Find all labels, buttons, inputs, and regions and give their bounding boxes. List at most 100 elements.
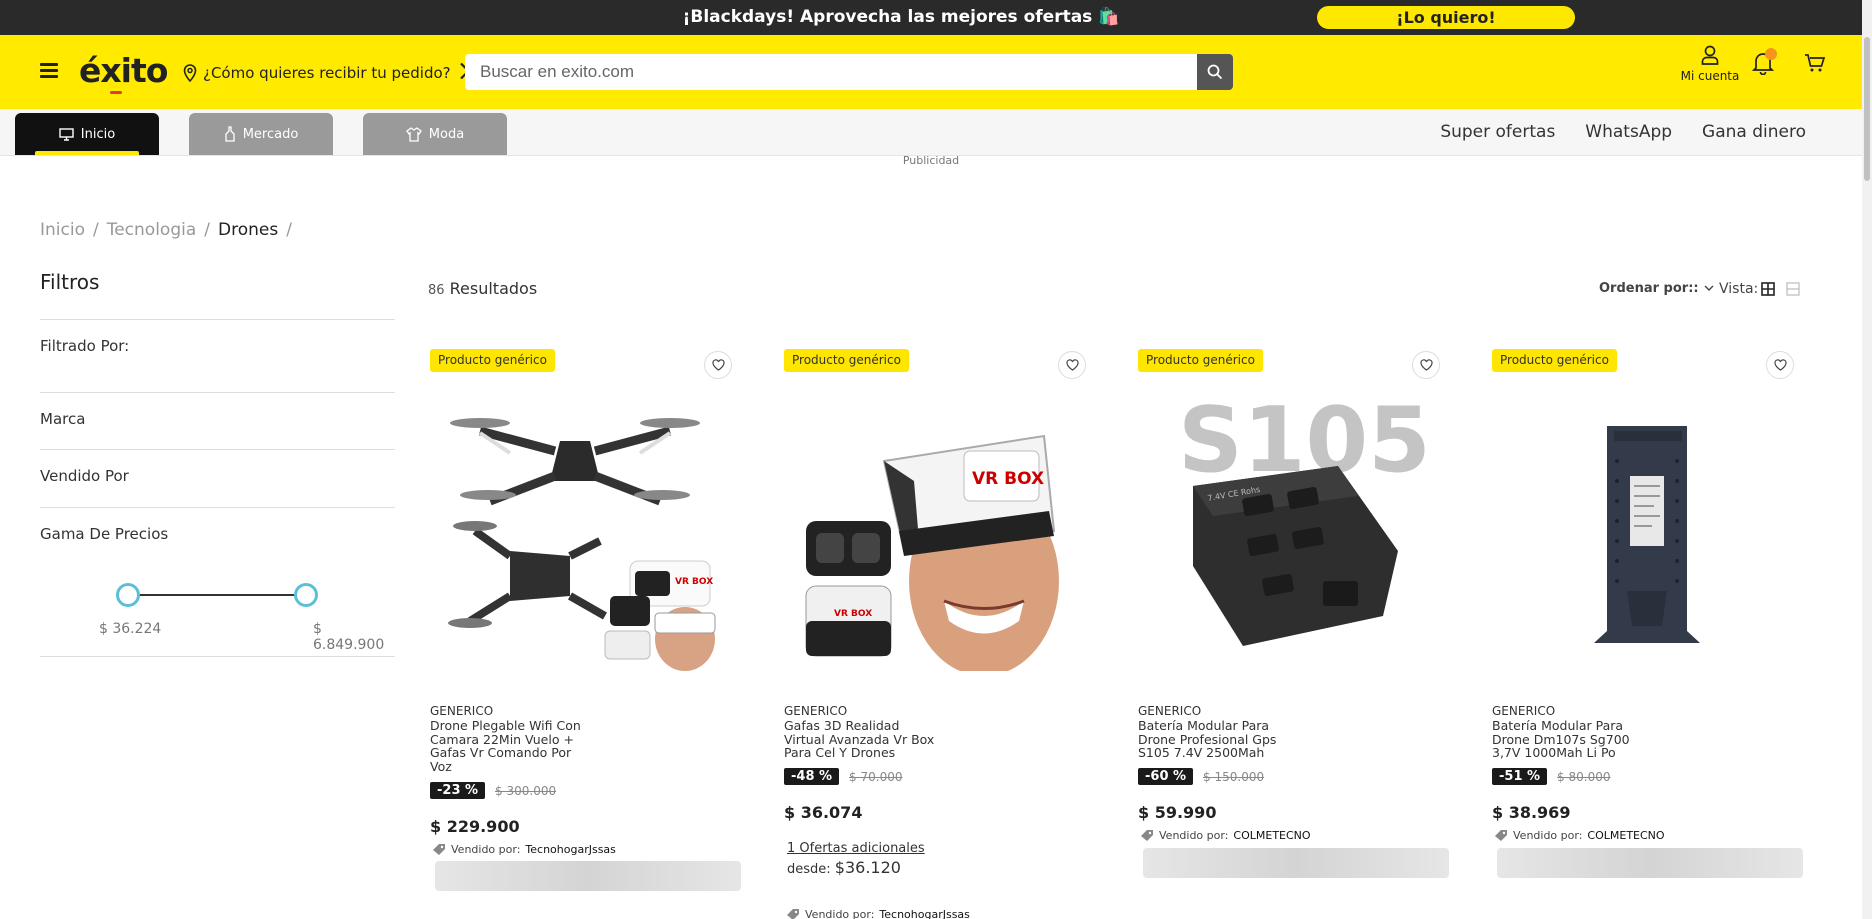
product-card[interactable]: Producto genérico VR BOX GENERICO Drone … xyxy=(428,346,748,919)
old-price: $ 70.000 xyxy=(849,769,903,784)
product-price: $ 229.900 xyxy=(430,817,520,836)
link-super-ofertas[interactable]: Super ofertas xyxy=(1440,122,1555,142)
seller-name[interactable]: COLMETECNO xyxy=(1233,829,1310,842)
logo[interactable]: éxito xyxy=(79,51,168,94)
price-max-label: $ 6.849.900 xyxy=(313,621,385,653)
add-to-cart-button[interactable] xyxy=(1143,848,1449,878)
filters-title: Filtros xyxy=(40,270,395,320)
product-card[interactable]: Producto genérico VR BOX VR BOX GENERICO… xyxy=(782,346,1102,919)
price-min-label: $ 36.224 xyxy=(99,621,162,637)
old-price: $ 80.000 xyxy=(1557,769,1611,784)
grid-view-icon[interactable] xyxy=(1761,282,1775,296)
cart-button[interactable] xyxy=(1804,53,1826,77)
product-name[interactable]: Drone Plegable Wifi Con Camara 22Min Vue… xyxy=(430,719,590,773)
discount-row: -23 % $ 300.000 xyxy=(430,782,556,799)
tab-moda-label: Moda xyxy=(428,126,465,142)
favorite-button[interactable] xyxy=(704,351,732,379)
bottle-icon xyxy=(225,126,235,142)
svg-text:VR BOX: VR BOX xyxy=(834,609,872,619)
view-label: Vista: xyxy=(1719,281,1759,297)
discount-row: -48 % $ 70.000 xyxy=(784,768,902,785)
results-count: 86 Resultados xyxy=(428,279,538,298)
location-pin-icon xyxy=(183,64,197,82)
svg-text:VR BOX: VR BOX xyxy=(675,577,713,587)
discount-row: -60 % $ 150.000 xyxy=(1138,768,1264,785)
favorite-button[interactable] xyxy=(1412,351,1440,379)
breadcrumb: Inicio / Tecnologia / Drones / xyxy=(40,220,292,240)
notification-dot xyxy=(1765,48,1777,60)
product-card[interactable]: Producto genérico S105 7.4V CE Rohs GENE… xyxy=(1136,346,1456,919)
tag-icon xyxy=(433,844,445,855)
chevron-down-icon xyxy=(1704,285,1714,291)
seller-info: Vendido por: COLMETECNO xyxy=(1494,829,1665,842)
account-button[interactable]: Mi cuenta xyxy=(1676,45,1744,83)
heart-icon xyxy=(1419,359,1433,371)
seller-name[interactable]: COLMETECNO xyxy=(1587,829,1664,842)
tab-mercado[interactable]: Mercado xyxy=(189,113,333,155)
heart-icon xyxy=(711,359,725,371)
product-name[interactable]: Batería Modular Para Drone Dm107s Sg700 … xyxy=(1492,719,1652,760)
heart-icon xyxy=(1773,359,1787,371)
shirt-icon xyxy=(405,126,422,142)
discount-badge: -23 % xyxy=(430,782,486,799)
search-input[interactable] xyxy=(465,54,1197,90)
filter-filtered-by: Filtrado Por: xyxy=(40,320,395,393)
breadcrumb-inicio[interactable]: Inicio xyxy=(40,220,85,240)
delivery-label: ¿Cómo quieres recibir tu pedido? xyxy=(203,64,451,82)
tab-mercado-label: Mercado xyxy=(242,126,299,142)
favorite-button[interactable] xyxy=(1766,351,1794,379)
promo-cta-button[interactable]: ¡Lo quiero! xyxy=(1317,6,1575,29)
tab-inicio[interactable]: Inicio xyxy=(15,113,159,155)
seller-info: Vendido por: COLMETECNO xyxy=(1140,829,1311,842)
tab-moda[interactable]: Moda xyxy=(363,113,507,155)
favorite-button[interactable] xyxy=(1058,351,1086,379)
price-slider-max-handle[interactable] xyxy=(294,583,318,607)
filter-price-range: Gama De Precios $ 36.224 $ 6.849.900 xyxy=(40,508,395,657)
tab-inicio-label: Inicio xyxy=(80,126,116,142)
product-name[interactable]: Batería Modular Para Drone Profesional G… xyxy=(1138,719,1298,760)
seller-info: Vendido por: TecnohogarJssas xyxy=(786,908,970,919)
product-image[interactable]: VR BOX xyxy=(440,391,720,671)
generic-badge: Producto genérico xyxy=(430,349,555,372)
seller-name[interactable]: TecnohogarJssas xyxy=(879,908,970,919)
add-to-cart-button[interactable] xyxy=(1497,848,1803,878)
filter-vendido-por[interactable]: Vendido Por xyxy=(40,450,395,508)
product-image[interactable]: S105 7.4V CE Rohs xyxy=(1148,391,1428,671)
discount-badge: -60 % xyxy=(1138,768,1194,785)
link-whatsapp[interactable]: WhatsApp xyxy=(1585,122,1672,142)
header-links: Super ofertas WhatsApp Gana dinero xyxy=(1440,122,1806,142)
offers-from-price: desde: $36.120 xyxy=(787,858,901,877)
delivery-selector[interactable]: ¿Cómo quieres recibir tu pedido? xyxy=(183,62,471,84)
old-price: $ 300.000 xyxy=(495,783,557,798)
search-bar xyxy=(465,54,1233,90)
product-price: $ 38.969 xyxy=(1492,803,1571,822)
price-slider-min-handle[interactable] xyxy=(116,583,140,607)
sort-dropdown[interactable]: Ordenar por:: xyxy=(1599,281,1714,296)
search-icon xyxy=(1207,64,1223,80)
generic-badge: Producto genérico xyxy=(1138,349,1263,372)
list-view-icon[interactable] xyxy=(1786,282,1800,296)
add-to-cart-button[interactable] xyxy=(435,861,741,891)
product-image[interactable]: VR BOX VR BOX xyxy=(794,391,1074,671)
product-brand: GENERICO xyxy=(1492,704,1556,718)
battery-dm107s-image xyxy=(1502,391,1782,671)
breadcrumb-separator: / xyxy=(204,220,210,240)
notifications-button[interactable] xyxy=(1751,48,1777,79)
product-image[interactable] xyxy=(1502,391,1782,671)
filter-marca[interactable]: Marca xyxy=(40,393,395,450)
product-name[interactable]: Gafas 3D Realidad Virtual Avanzada Vr Bo… xyxy=(784,719,944,760)
product-card[interactable]: Producto genérico GENERICO Batería Modul… xyxy=(1490,346,1810,919)
old-price: $ 150.000 xyxy=(1203,769,1265,784)
additional-offers-link[interactable]: 1 Ofertas adicionales xyxy=(787,841,925,856)
search-button[interactable] xyxy=(1197,54,1233,90)
product-brand: GENERICO xyxy=(430,704,494,718)
generic-badge: Producto genérico xyxy=(1492,349,1617,372)
seller-name[interactable]: TecnohogarJssas xyxy=(525,843,616,856)
discount-row: -51 % $ 80.000 xyxy=(1492,768,1610,785)
generic-badge: Producto genérico xyxy=(784,349,909,372)
hamburger-menu-icon[interactable] xyxy=(40,63,58,79)
link-gana-dinero[interactable]: Gana dinero xyxy=(1702,122,1806,142)
breadcrumb-tecnologia[interactable]: Tecnologia xyxy=(107,220,197,240)
scrollbar-thumb[interactable] xyxy=(1864,37,1870,181)
discount-badge: -51 % xyxy=(1492,768,1548,785)
